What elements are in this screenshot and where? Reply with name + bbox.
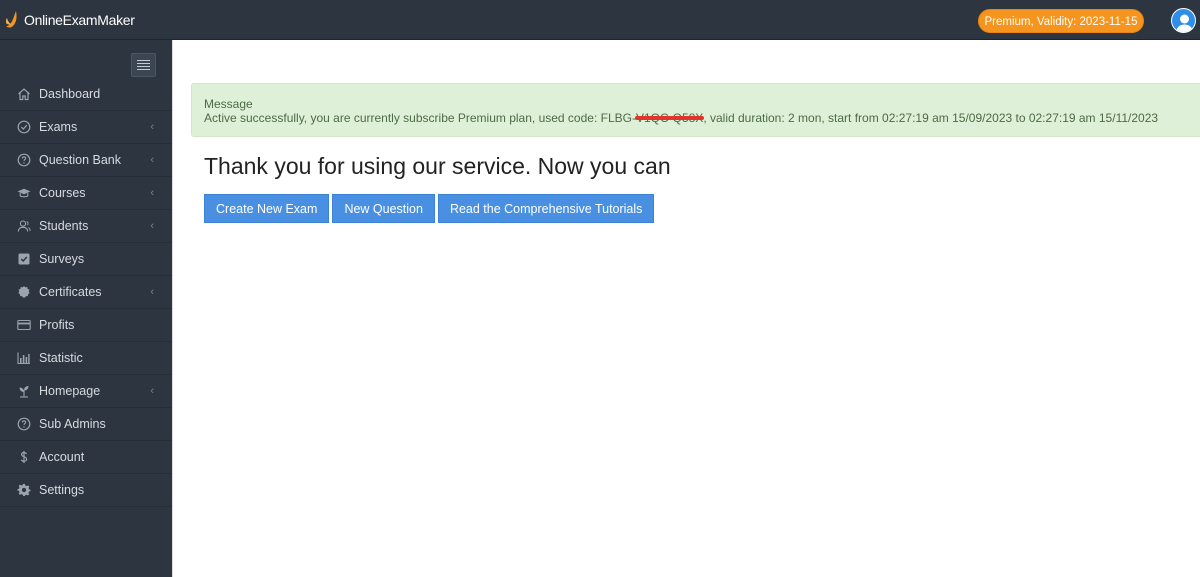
top-bar: OnlineExamMaker Premium, Validity: 2023-… [0,0,1200,40]
sidebar-toggle-button[interactable] [131,53,156,77]
chevron-left-icon: ‹ [150,385,154,397]
sidebar-item-students[interactable]: Students ‹ [0,210,172,243]
chevron-left-icon: ‹ [150,187,154,199]
chevron-left-icon: ‹ [150,286,154,298]
alert-message: Active successfully, you are currently s… [204,111,1200,125]
hamburger-line [137,69,150,70]
action-buttons: Create New Exam New Question Read the Co… [204,194,655,223]
sidebar-menu: Dashboard Exams ‹ Question Bank ‹ Course… [0,78,172,507]
sidebar-item-homepage[interactable]: Homepage ‹ [0,375,172,408]
check-square-icon [17,252,31,266]
user-avatar[interactable] [1171,8,1196,33]
premium-validity-badge[interactable]: Premium, Validity: 2023-11-15 [978,9,1144,33]
sidebar-item-label: Courses [39,186,86,200]
credit-card-icon [17,318,31,332]
sidebar-item-label: Question Bank [39,153,121,167]
sidebar-item-settings[interactable]: Settings [0,474,172,507]
graduation-cap-icon [17,186,31,200]
sidebar-item-label: Homepage [39,384,101,398]
home-icon [17,87,31,101]
sidebar-item-label: Students [39,219,89,233]
sidebar-item-account[interactable]: Account [0,441,172,474]
bar-chart-icon [17,351,31,365]
sidebar-item-certificates[interactable]: Certificates ‹ [0,276,172,309]
sidebar-item-dashboard[interactable]: Dashboard [0,78,172,111]
hamburger-line [137,60,150,61]
alert-text-before-code: Active successfully, you are currently s… [204,111,636,125]
gear-icon [17,483,31,497]
sidebar-item-label: Surveys [39,252,85,266]
leaf-icon [17,384,31,398]
logo-icon [6,11,17,28]
page-headline: Thank you for using our service. Now you… [204,153,671,179]
sidebar-item-profits[interactable]: Profits [0,309,172,342]
question-circle-icon [17,153,31,167]
sidebar-item-exams[interactable]: Exams ‹ [0,111,172,144]
certificate-icon [17,285,31,299]
logo-text: OnlineExamMaker [24,12,135,28]
chevron-left-icon: ‹ [150,220,154,232]
sidebar-item-label: Account [39,450,85,464]
create-new-exam-button[interactable]: Create New Exam [204,194,330,223]
logo[interactable]: OnlineExamMaker [5,9,135,31]
hamburger-line [137,63,150,64]
sidebar-item-sub-admins[interactable]: Sub Admins [0,408,172,441]
dollar-icon [17,450,31,464]
read-tutorials-button[interactable]: Read the Comprehensive Tutorials [437,194,655,223]
sidebar-item-label: Dashboard [39,87,101,101]
chevron-left-icon: ‹ [150,121,154,133]
sidebar-item-label: Profits [39,318,75,332]
alert-text-after-code: , valid duration: 2 mon, start from 02:2… [703,111,1159,125]
sidebar-item-label: Certificates [39,285,102,299]
new-question-button[interactable]: New Question [332,194,435,223]
main-content: Message Active successfully, you are cur… [172,40,1200,577]
sidebar-item-label: Statistic [39,351,83,365]
sidebar-item-label: Sub Admins [39,417,106,431]
sidebar-item-label: Settings [39,483,85,497]
hamburger-line [137,66,150,67]
alert-title: Message [204,97,253,111]
sidebar-item-question-bank[interactable]: Question Bank ‹ [0,144,172,177]
chevron-left-icon: ‹ [150,154,154,166]
sidebar-item-statistic[interactable]: Statistic [0,342,172,375]
sidebar: Dashboard Exams ‹ Question Bank ‹ Course… [0,40,172,577]
user-icon [1176,14,1193,32]
sidebar-item-label: Exams [39,120,78,134]
users-icon [17,219,31,233]
success-message-alert: Message Active successfully, you are cur… [191,83,1200,137]
redacted-code: V1QC-Q58X [634,111,705,125]
sidebar-item-courses[interactable]: Courses ‹ [0,177,172,210]
sidebar-item-surveys[interactable]: Surveys [0,243,172,276]
question-circle-icon [17,417,31,431]
check-circle-icon [17,120,31,134]
